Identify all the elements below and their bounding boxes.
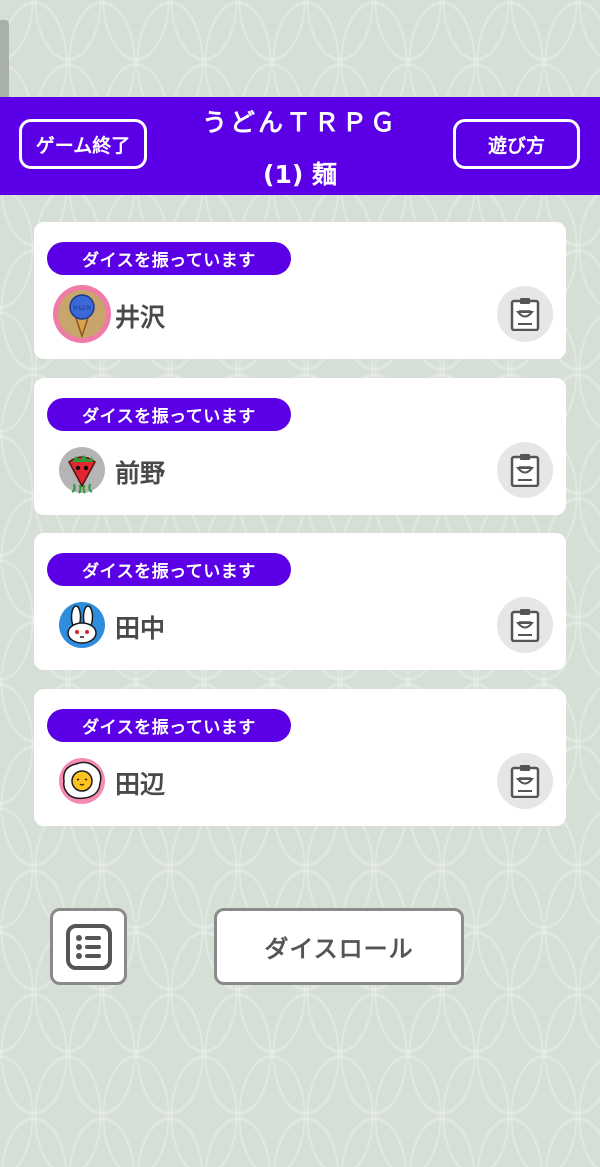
svg-text:×ω×: ×ω× (72, 303, 92, 312)
game-title: うどんＴＲＰＧ (201, 108, 398, 137)
list-icon (65, 923, 112, 970)
player-name: 井沢 (115, 303, 166, 332)
clipboard-icon[interactable] (497, 442, 553, 498)
status-badge: ダイスを振っています (47, 709, 291, 742)
rabbit-icon (52, 595, 112, 655)
ice-cream-icon: ×ω× (52, 284, 112, 344)
player-name: 田辺 (115, 770, 166, 799)
player-card: ダイスを振っています 田中 (34, 533, 566, 670)
clipboard-icon[interactable] (497, 753, 553, 809)
list-button[interactable] (50, 908, 127, 985)
player-card: ダイスを振っています 前野 (34, 378, 566, 515)
player-card: ダイスを振っています 田辺 (34, 689, 566, 826)
dice-roll-button[interactable]: ダイスロール (214, 908, 464, 985)
how-to-play-button[interactable]: 遊び方 (453, 119, 580, 169)
clipboard-icon[interactable] (497, 597, 553, 653)
end-game-button[interactable]: ゲーム終了 (19, 119, 147, 169)
status-badge: ダイスを振っています (47, 242, 291, 275)
round-label: (1) 麺 (263, 160, 337, 189)
fried-egg-icon (52, 751, 112, 811)
player-name: 前野 (115, 459, 166, 488)
player-name: 田中 (115, 614, 166, 643)
strawberry-icon (52, 440, 112, 500)
clipboard-icon[interactable] (497, 286, 553, 342)
player-card: ダイスを振っています ×ω× 井沢 (34, 222, 566, 359)
app-header: ゲーム終了 うどんＴＲＰＧ (1) 麺 遊び方 (0, 97, 600, 195)
status-badge: ダイスを振っています (47, 553, 291, 586)
status-badge: ダイスを振っています (47, 398, 291, 431)
